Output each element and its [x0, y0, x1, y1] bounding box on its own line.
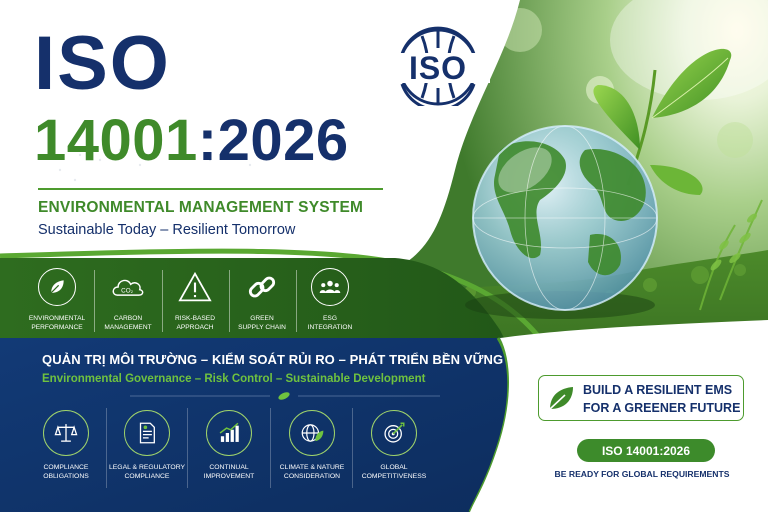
title-number-blue: :2026	[197, 108, 349, 173]
feature-label-line1: Climate & Nature	[279, 464, 345, 471]
feature-label-line1: Risk-Based	[175, 315, 215, 322]
title-iso: ISO	[34, 21, 171, 106]
title-standard-number: 14001:2026	[34, 112, 349, 170]
subtitle: ENVIRONMENTAL MANAGEMENT SYSTEM	[38, 199, 364, 216]
feature-climate-nature-consideration: Climate & Nature Consideration	[270, 410, 354, 481]
warning-icon	[176, 268, 214, 306]
feature-label-line2: Compliance	[124, 473, 170, 481]
feature-esg-integration: ESG Integration	[295, 268, 365, 332]
feature-label-line2: Integration	[307, 323, 353, 331]
leaf-icon	[547, 384, 575, 412]
svg-text:CO₂: CO₂	[121, 287, 133, 294]
feature-green-supply-chain: Green Supply Chain	[227, 268, 297, 332]
iso-globe-logo-icon: ISO	[386, 26, 490, 112]
feature-label-line1: Global	[380, 464, 408, 471]
feature-label-line2: Competitiveness	[361, 473, 427, 481]
title-number-green: 14001	[34, 108, 198, 173]
co2-cloud-icon: CO₂	[109, 268, 147, 306]
target-icon	[371, 410, 417, 456]
feature-carbon-management: CO₂ Carbon Management	[93, 268, 163, 332]
people-group-icon	[311, 268, 349, 306]
logo-text: ISO	[409, 50, 467, 86]
feature-compliance-obligations: Compliance Obligations	[24, 410, 108, 481]
feature-label-line1: Environmental	[28, 315, 86, 322]
iso-logo: ISO	[382, 26, 494, 112]
poster: ISO 14001:2026 ENVIRONMENTAL MANAGEMENT …	[0, 0, 768, 512]
feature-global-competitiveness: Global Competitiveness	[352, 410, 436, 481]
feature-label-line2: Management	[104, 323, 152, 331]
feature-label-line2: Consideration	[283, 473, 341, 481]
feature-label-line1: Carbon	[113, 315, 143, 322]
feature-label-line2: Obligations	[43, 473, 89, 481]
feature-label-line2: Supply Chain	[238, 323, 286, 331]
feature-label-line1: Green	[250, 315, 274, 322]
tagline: Sustainable Today – Resilient Tomorrow	[38, 222, 296, 238]
headline-vietnamese: QUẢN TRỊ MÔI TRƯỜNG – KIỂM SOÁT RỦI RO –…	[42, 352, 504, 367]
feature-label-line1: Compliance	[43, 464, 89, 471]
feature-label-line2: Performance	[31, 323, 83, 331]
feature-environmental-performance: Environmental Performance	[22, 268, 92, 332]
feature-label-line1: Legal & Regulatory	[108, 464, 186, 471]
cta-line2: FOR A GREENER FUTURE	[583, 401, 741, 415]
balance-scale-icon	[43, 410, 89, 456]
footer-text: BE READY FOR GLOBAL REQUIREMENTS	[554, 469, 730, 479]
feature-label-line1: ESG	[323, 315, 337, 322]
feature-label-line2: Approach	[176, 323, 214, 331]
globe-leaf-icon	[289, 410, 335, 456]
bar-growth-icon	[206, 410, 252, 456]
feature-label-line1: Continual	[209, 464, 249, 471]
feature-legal-regulatory-compliance: Legal & Regulatory Compliance	[105, 410, 189, 481]
chain-link-icon	[243, 268, 281, 306]
headline-english: Environmental Governance – Risk Control …	[42, 373, 426, 385]
title-divider	[38, 188, 383, 190]
feature-risk-based-approach: Risk-Based Approach	[160, 268, 230, 332]
leaf-icon	[38, 268, 76, 306]
cta-box: BUILD A RESILIENT EMS FOR A GREENER FUTU…	[538, 375, 744, 421]
standard-badge: ISO 14001:2026	[577, 439, 715, 462]
feature-continual-improvement: Continual Improvement	[187, 410, 271, 481]
cta-line1: BUILD A RESILIENT EMS	[583, 383, 733, 397]
document-check-icon	[124, 410, 170, 456]
feature-label-line2: Improvement	[203, 473, 255, 481]
